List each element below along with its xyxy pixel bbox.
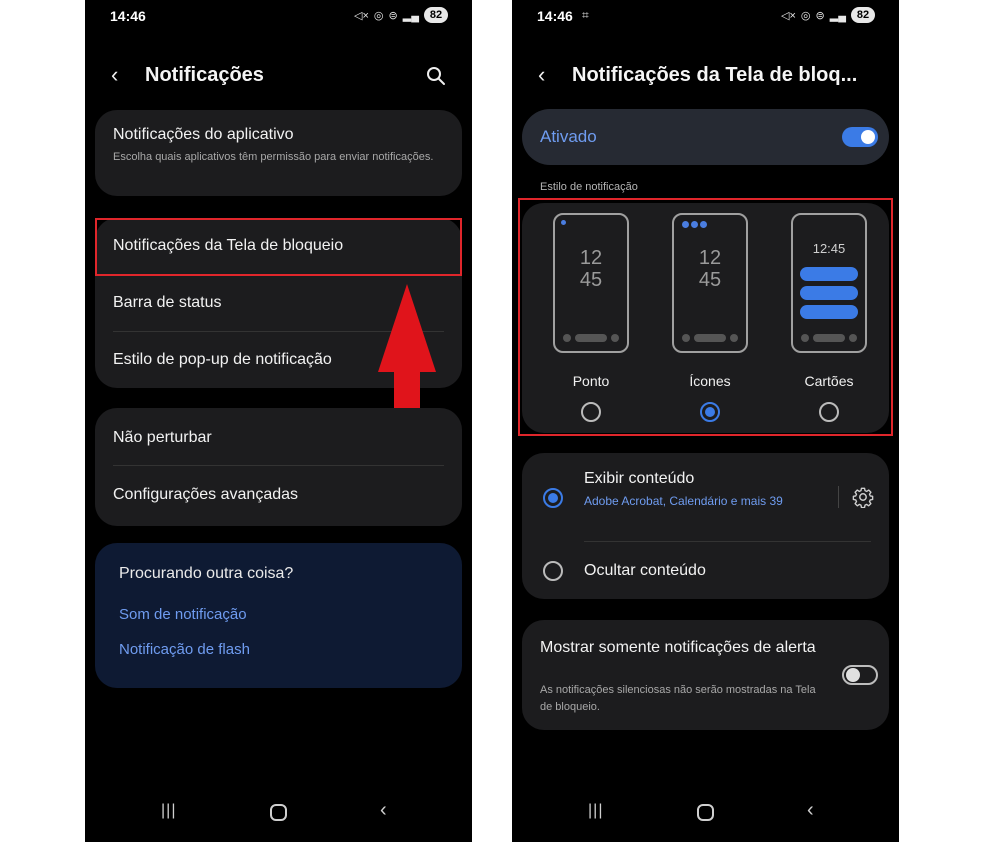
nav-recent-icon[interactable]: ||| (588, 802, 603, 820)
wifi-icon: ⊜ (388, 9, 398, 22)
mute-icon: ◁× (781, 9, 796, 22)
highlight-box (518, 198, 893, 436)
app-notifications-title: Notificações do aplicativo (113, 126, 294, 143)
signal-icon: ▂▄ (829, 9, 846, 22)
list-item-label: Não perturbar (113, 429, 212, 446)
search-icon[interactable] (426, 66, 446, 86)
enabled-label: Ativado (540, 127, 597, 146)
flash-notification-link[interactable]: Notificação de flash (119, 641, 250, 658)
gear-icon[interactable] (852, 486, 874, 508)
nav-home-icon[interactable] (270, 804, 287, 821)
hide-content-option[interactable]: Ocultar conteúdo (522, 542, 889, 599)
status-icons: ◁× ◎ ⊜ ▂▄ 82 (781, 7, 875, 23)
alert-only-subtitle: As notificações silenciosas não serão mo… (540, 684, 816, 713)
advanced-settings-group: Não perturbar Configurações avançadas (95, 408, 462, 526)
list-item-label: Barra de status (113, 294, 222, 311)
list-item-advanced-settings[interactable]: Configurações avançadas (95, 466, 462, 526)
mute-icon: ◁× (354, 9, 369, 22)
nav-back-icon[interactable]: ‹ (807, 799, 814, 822)
phone-screen-notifications: 14:46 ◁× ◎ ⊜ ▂▄ 82 ‹ Notificações Notifi… (85, 0, 472, 842)
status-icons: ◁× ◎ ⊜ ▂▄ 82 (354, 7, 448, 23)
app-notifications-subtitle: Escolha quais aplicativos têm permissão … (113, 151, 434, 163)
navigation-bar: ||| ‹ (512, 790, 899, 842)
status-bar: 14:46 ⌗ ◁× ◎ ⊜ ▂▄ 82 (512, 0, 899, 34)
hotspot-icon: ◎ (373, 9, 384, 22)
app-notifications-item[interactable]: Notificações do aplicativo Escolha quais… (95, 110, 462, 196)
navigation-bar: ||| ‹ (85, 790, 472, 842)
hide-content-radio[interactable] (543, 561, 563, 581)
vertical-separator (838, 486, 839, 508)
wifi-icon: ⊜ (815, 9, 825, 22)
enabled-switch[interactable] (842, 127, 878, 147)
alert-only-title: Mostrar somente notificações de alerta (540, 639, 816, 656)
content-visibility-group: Exibir conteúdo Adobe Acrobat, Calendári… (522, 453, 889, 599)
app-header: ‹ Notificações (85, 58, 472, 98)
nav-back-icon[interactable]: ‹ (380, 799, 387, 822)
battery-badge: 82 (424, 7, 448, 23)
list-item-label: Configurações avançadas (113, 486, 299, 503)
show-content-option[interactable]: Exibir conteúdo Adobe Acrobat, Calendári… (522, 453, 889, 541)
phone-screen-lock-screen-notifications: 14:46 ⌗ ◁× ◎ ⊜ ▂▄ 82 ‹ Notificações da T… (512, 0, 899, 842)
show-content-subtitle: Adobe Acrobat, Calendário e mais 39 (584, 494, 783, 508)
enabled-toggle-row[interactable]: Ativado (522, 109, 889, 165)
screenshot-icon: ⌗ (582, 8, 589, 22)
status-bar: 14:46 ◁× ◎ ⊜ ▂▄ 82 (85, 0, 472, 34)
show-content-title: Exibir conteúdo (584, 470, 695, 487)
help-card: Procurando outra coisa? Som de notificaç… (95, 543, 462, 688)
back-icon[interactable]: ‹ (111, 64, 118, 86)
hide-content-title: Ocultar conteúdo (584, 562, 706, 579)
switch-knob (846, 668, 860, 682)
page-title: Notificações (145, 64, 264, 86)
page-title: Notificações da Tela de bloq... (572, 64, 858, 86)
app-header: ‹ Notificações da Tela de bloq... (512, 58, 899, 98)
nav-recent-icon[interactable]: ||| (161, 802, 176, 820)
list-item-do-not-disturb[interactable]: Não perturbar (95, 408, 462, 465)
status-time: 14:46 (537, 8, 573, 24)
highlight-box (95, 218, 462, 276)
back-icon[interactable]: ‹ (538, 64, 545, 86)
signal-icon: ▂▄ (402, 9, 419, 22)
nav-home-icon[interactable] (697, 804, 714, 821)
list-item-label: Estilo de pop-up de notificação (113, 351, 332, 368)
help-title: Procurando outra coisa? (119, 565, 294, 582)
alert-only-row[interactable]: Mostrar somente notificações de alerta A… (522, 620, 889, 730)
status-time: 14:46 (110, 8, 146, 24)
notification-sound-link[interactable]: Som de notificação (119, 606, 247, 623)
battery-badge: 82 (851, 7, 875, 23)
switch-knob (861, 130, 875, 144)
section-label-notification-style: Estilo de notificação (540, 181, 638, 193)
hotspot-icon: ◎ (800, 9, 811, 22)
alert-only-switch[interactable] (842, 665, 878, 685)
show-content-radio[interactable] (543, 488, 563, 508)
